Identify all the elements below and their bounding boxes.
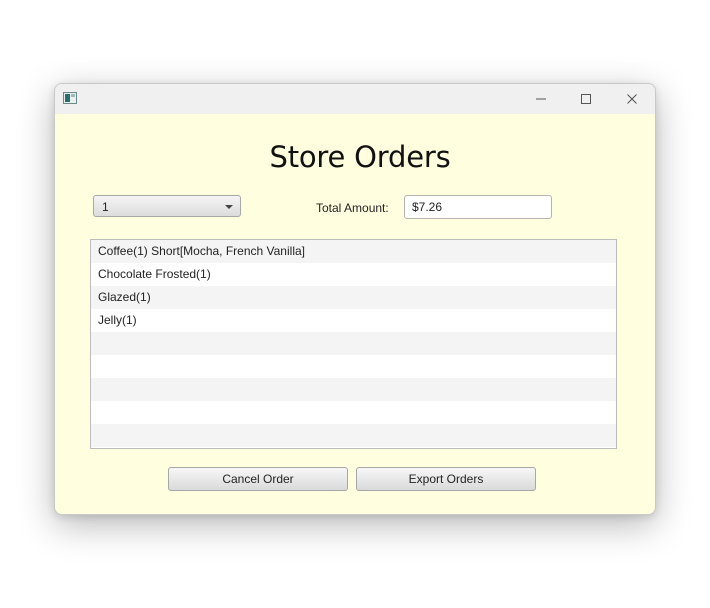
list-item[interactable]: Chocolate Frosted(1): [91, 263, 616, 286]
minimize-button[interactable]: [518, 84, 564, 114]
cancel-order-button[interactable]: Cancel Order: [168, 467, 348, 491]
order-items-list[interactable]: Coffee(1) Short[Mocha, French Vanilla] C…: [90, 239, 617, 449]
list-item[interactable]: [91, 378, 616, 401]
list-item[interactable]: Coffee(1) Short[Mocha, French Vanilla]: [91, 240, 616, 263]
close-icon: [627, 94, 637, 104]
minimize-icon: [536, 98, 546, 100]
store-orders-window: Store Orders 1 Total Amount: $7.26 Coffe…: [54, 83, 656, 515]
chevron-down-icon: [225, 205, 233, 209]
list-item[interactable]: [91, 332, 616, 355]
maximize-icon: [581, 94, 591, 104]
title-bar: [55, 84, 655, 114]
maximize-button[interactable]: [563, 84, 609, 114]
list-item[interactable]: Glazed(1): [91, 286, 616, 309]
order-number-value: 1: [102, 200, 109, 214]
total-amount-field[interactable]: $7.26: [404, 195, 552, 219]
list-item[interactable]: [91, 401, 616, 424]
list-item[interactable]: [91, 424, 616, 447]
app-icon: [63, 92, 77, 104]
order-number-select[interactable]: 1: [93, 195, 241, 217]
list-item[interactable]: Jelly(1): [91, 309, 616, 332]
total-amount-label: Total Amount:: [316, 201, 389, 215]
export-orders-button[interactable]: Export Orders: [356, 467, 536, 491]
close-button[interactable]: [609, 84, 655, 114]
page-title: Store Orders: [269, 140, 451, 174]
window-content: Store Orders 1 Total Amount: $7.26 Coffe…: [55, 114, 655, 514]
list-item[interactable]: [91, 355, 616, 378]
